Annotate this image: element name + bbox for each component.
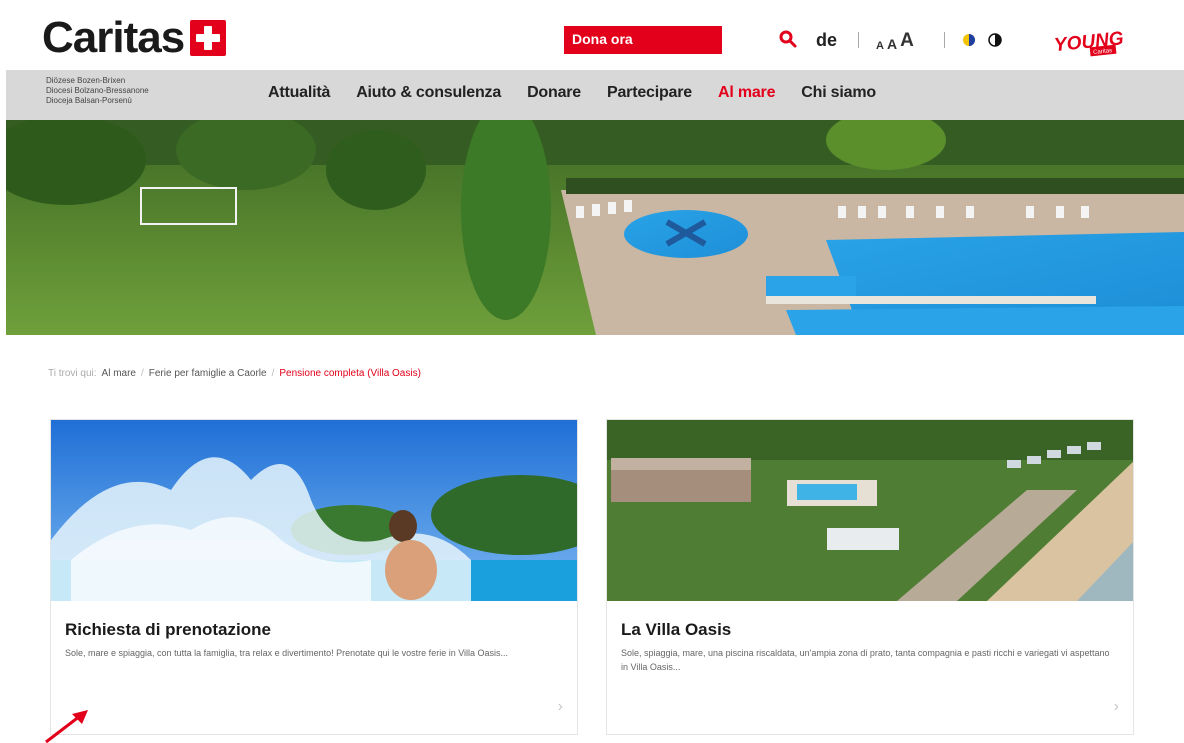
chevron-right-icon[interactable]: › <box>1114 698 1119 716</box>
main-navigation: Diözese Bozen-Brixen Diocesi Bolzano-Bre… <box>6 70 1184 120</box>
nav-item-partecipare[interactable]: Partecipare <box>607 84 692 102</box>
diocese-line: Diözese Bozen-Brixen <box>46 76 126 85</box>
splash-photo <box>51 420 577 601</box>
nav-item-al-mare[interactable]: Al mare <box>718 84 775 102</box>
donate-button[interactable]: Dona ora <box>564 26 722 54</box>
breadcrumb-separator: / <box>271 368 275 379</box>
nav-menu: Attualità Aiuto & consulenza Donare Part… <box>268 84 902 102</box>
nav-item-aiuto[interactable]: Aiuto & consulenza <box>356 84 501 102</box>
card-title: Richiesta di prenotazione <box>65 620 271 639</box>
font-size-large[interactable]: A <box>900 30 914 52</box>
breadcrumb: Ti trovi qui: Al mare / Ferie per famigl… <box>48 368 421 379</box>
caritas-logo[interactable]: Caritas <box>42 13 227 62</box>
language-switch[interactable]: de <box>816 30 837 51</box>
card-image <box>51 420 577 601</box>
contrast-bw-icon[interactable] <box>988 33 1002 47</box>
breadcrumb-prefix: Ti trovi qui: <box>48 368 97 379</box>
hero-photo <box>6 120 1184 335</box>
caritas-cross-icon <box>190 20 227 56</box>
nav-item-donare[interactable]: Donare <box>527 84 581 102</box>
font-size-small[interactable]: A <box>876 40 884 52</box>
diocese-line: Diocesi Bolzano-Bressanone <box>46 86 149 95</box>
card-booking-request[interactable]: Richiesta di prenotazione Sole, mare e s… <box>50 419 578 735</box>
contrast-color-icon[interactable] <box>962 33 976 47</box>
breadcrumb-item[interactable]: Ferie per famiglie a Caorle <box>149 368 267 379</box>
breadcrumb-separator: / <box>140 368 144 379</box>
young-caritas-logo[interactable]: YOUNG Caritas <box>1048 24 1124 60</box>
diocese-label: Diözese Bozen-Brixen Diocesi Bolzano-Bre… <box>46 76 149 106</box>
top-header: Caritas Dona ora de A A A YOUNG Caritas <box>0 0 1184 70</box>
card-title: La Villa Oasis <box>621 620 732 639</box>
logo-text: Caritas <box>42 13 185 62</box>
breadcrumb-current: Pensione completa (Villa Oasis) <box>279 368 421 379</box>
breadcrumb-item[interactable]: Al mare <box>102 368 136 379</box>
divider <box>944 32 945 48</box>
hero-image <box>6 120 1184 335</box>
search-icon[interactable] <box>778 29 798 49</box>
cursor-arrow-icon <box>45 710 88 743</box>
font-size-medium[interactable]: A <box>887 36 897 52</box>
divider <box>858 32 859 48</box>
aerial-photo <box>607 420 1133 601</box>
diocese-line: Dioceja Balsan-Porsenù <box>46 96 132 105</box>
card-description: Sole, spiaggia, mare, una piscina riscal… <box>621 648 1110 672</box>
card-description: Sole, mare e spiaggia, con tutta la fami… <box>65 648 509 658</box>
chevron-right-icon[interactable]: › <box>558 698 563 716</box>
young-logo-sub: Caritas <box>1093 48 1113 56</box>
font-size-controls: A A A <box>876 30 914 52</box>
nav-item-attualita[interactable]: Attualità <box>268 84 330 102</box>
nav-item-chi-siamo[interactable]: Chi siamo <box>801 84 876 102</box>
card-image <box>607 420 1133 601</box>
card-villa-oasis[interactable]: La Villa Oasis Sole, spiaggia, mare, una… <box>606 419 1134 735</box>
